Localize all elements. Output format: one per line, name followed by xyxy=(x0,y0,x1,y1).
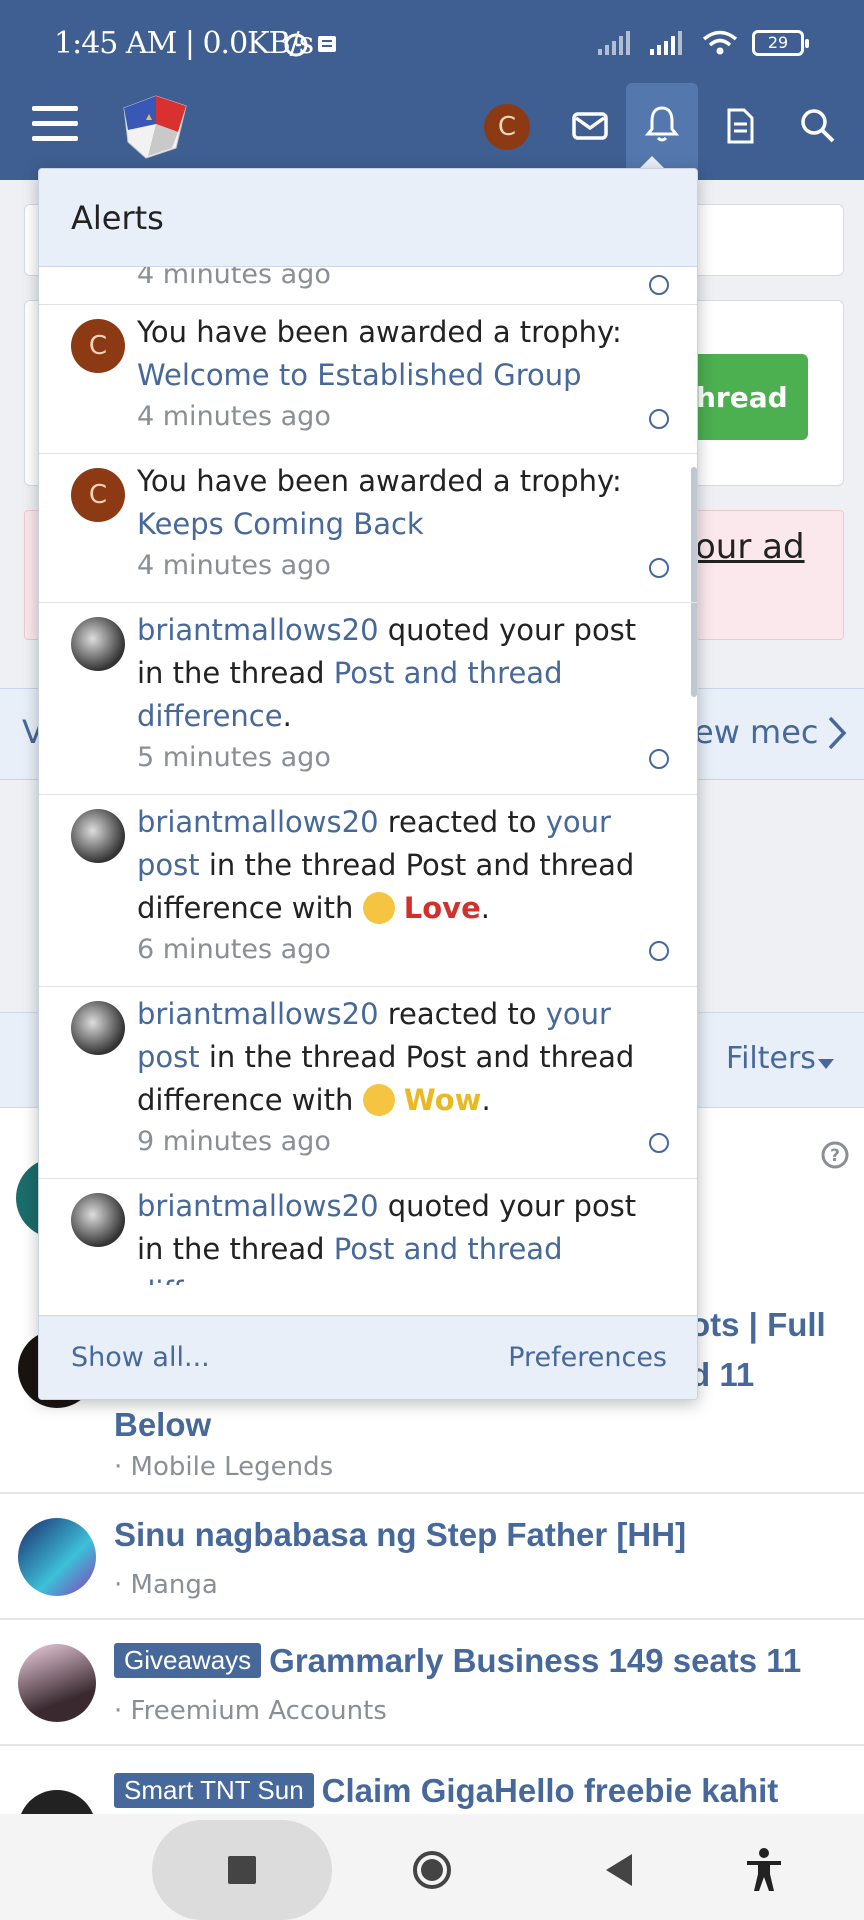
alert-text-end: . xyxy=(282,699,292,733)
subforum-label[interactable]: · Manga xyxy=(114,1570,218,1600)
alert-item[interactable]: briantmallows20 quoted your post in the … xyxy=(39,603,697,795)
alert-time: 5 minutes ago xyxy=(137,742,331,773)
alert-text-end: . xyxy=(480,891,490,925)
love-reaction-icon xyxy=(362,892,395,924)
alert-text: reacted to xyxy=(378,805,546,839)
alert-text: You have been awarded a trophy: xyxy=(137,464,622,498)
alerts-list: 4 minutes ago C You have been awarded a … xyxy=(39,267,697,1285)
thread-prefix[interactable]: Giveaways xyxy=(114,1643,262,1678)
chevron-right-icon[interactable] xyxy=(826,715,848,751)
site-logo[interactable] xyxy=(114,90,194,162)
wifi-icon xyxy=(702,30,738,55)
thread-title-text[interactable]: Grammarly Business 149 seats 11 xyxy=(269,1642,801,1679)
mark-read-toggle[interactable] xyxy=(649,1133,669,1153)
search-icon[interactable] xyxy=(798,106,838,146)
reaction-label: Wow xyxy=(403,1083,482,1117)
avatar xyxy=(18,1790,96,1814)
help-icon[interactable]: ? xyxy=(820,1140,850,1170)
account-avatar[interactable]: C xyxy=(484,104,530,150)
document-icon[interactable] xyxy=(722,104,758,148)
thread-title[interactable]: Smart TNT Sun Claim GigaHello freebie kah… xyxy=(114,1772,778,1810)
avatar[interactable] xyxy=(71,617,125,671)
alert-item[interactable]: C You have been awarded a trophy: Keeps … xyxy=(39,454,697,603)
caret-down-icon xyxy=(818,1059,834,1069)
thread-title[interactable]: Sinu nagbabasa ng Step Father [HH] xyxy=(114,1516,686,1554)
alarm-and-notification-icons xyxy=(284,33,336,57)
alert-item[interactable]: briantmallows20 reacted to your post in … xyxy=(39,987,697,1179)
app-header: 1:45 AM | 0.0KB/s 29 C xyxy=(0,0,864,180)
back-icon[interactable] xyxy=(604,1854,634,1886)
alerts-footer: Show all... Preferences xyxy=(39,1315,697,1399)
thread-title-line3[interactable]: Below xyxy=(114,1406,211,1444)
bell-icon xyxy=(645,106,679,142)
menu-icon[interactable] xyxy=(30,104,80,144)
user-link[interactable]: briantmallows20 xyxy=(137,613,379,647)
alerts-header: Alerts xyxy=(39,169,697,267)
battery-icon: 29 xyxy=(752,30,809,56)
avatar[interactable] xyxy=(71,1193,125,1247)
status-bar: 1:45 AM | 0.0KB/s 29 xyxy=(0,0,864,80)
mark-read-toggle[interactable] xyxy=(649,941,669,961)
filters-button[interactable]: Filters xyxy=(726,1041,816,1076)
wow-reaction-icon xyxy=(362,1084,395,1116)
reaction-label: Love xyxy=(403,891,481,925)
home-icon[interactable] xyxy=(412,1850,452,1890)
alert-item[interactable]: briantmallows20 quoted your post in the … xyxy=(39,1179,697,1285)
status-time: 1:45 AM | 0.0KB/s xyxy=(54,26,314,61)
thread-title-text[interactable]: Claim GigaHello freebie kahit xyxy=(322,1772,779,1809)
mail-icon[interactable] xyxy=(568,108,612,144)
list-item[interactable]: Sinu nagbabasa ng Step Father [HH] · Man… xyxy=(0,1494,864,1620)
alert-time: 4 minutes ago xyxy=(137,401,331,432)
avatar[interactable]: C xyxy=(71,319,125,373)
alerts-dropdown: Alerts 4 minutes ago C You have been awa… xyxy=(38,168,698,1400)
avatar[interactable]: C xyxy=(71,468,125,522)
recents-icon[interactable] xyxy=(228,1856,256,1884)
mark-read-toggle[interactable] xyxy=(649,409,669,429)
subforum-label[interactable]: · Mobile Legends xyxy=(114,1452,333,1482)
user-link[interactable]: briantmallows20 xyxy=(137,997,379,1031)
thread-title[interactable]: ots | Full xyxy=(690,1306,826,1344)
alert-text: reacted to xyxy=(378,997,546,1031)
status-icons: 29 xyxy=(598,30,809,56)
preferences-link[interactable]: Preferences xyxy=(508,1342,667,1373)
avatar[interactable] xyxy=(71,1001,125,1055)
svg-text:?: ? xyxy=(830,1146,840,1166)
thread-title[interactable]: Giveaways Grammarly Business 149 seats 11 xyxy=(114,1642,801,1680)
avatar xyxy=(18,1644,96,1722)
alert-item[interactable]: C You have been awarded a trophy: Welcom… xyxy=(39,305,697,454)
strip-right-item[interactable]: ew mec xyxy=(694,713,818,751)
user-link[interactable]: briantmallows20 xyxy=(137,1189,379,1223)
alert-text-end: . xyxy=(481,1083,491,1117)
alert-item[interactable]: 4 minutes ago xyxy=(39,267,697,305)
alerts-title: Alerts xyxy=(71,199,164,237)
thread-prefix[interactable]: Smart TNT Sun xyxy=(114,1773,314,1808)
notice-link[interactable]: our ad xyxy=(695,527,805,567)
alert-time: 4 minutes ago xyxy=(137,550,331,581)
thread-title-line2[interactable]: d 11 xyxy=(690,1356,754,1394)
avatar xyxy=(18,1518,96,1596)
avatar[interactable] xyxy=(71,809,125,863)
alert-time: 9 minutes ago xyxy=(137,1126,331,1157)
alert-time: 6 minutes ago xyxy=(137,934,331,965)
mark-read-toggle[interactable] xyxy=(649,749,669,769)
alert-time: 4 minutes ago xyxy=(137,267,331,290)
signal-icon-2 xyxy=(650,31,682,55)
trophy-link[interactable]: Welcome to Established Group xyxy=(137,358,582,392)
list-item[interactable]: Smart TNT Sun Claim GigaHello freebie kah… xyxy=(0,1746,864,1814)
alert-text: You have been awarded a trophy: xyxy=(137,315,622,349)
mark-read-toggle[interactable] xyxy=(649,275,669,295)
show-all-link[interactable]: Show all... xyxy=(71,1342,210,1373)
user-link[interactable]: briantmallows20 xyxy=(137,805,379,839)
trophy-link[interactable]: Keeps Coming Back xyxy=(137,507,424,541)
alert-item[interactable]: briantmallows20 reacted to your post in … xyxy=(39,795,697,987)
accessibility-icon[interactable] xyxy=(744,1848,784,1892)
post-thread-button[interactable]: hread xyxy=(690,354,808,440)
signal-icon xyxy=(598,31,630,55)
alert-text-end: . xyxy=(283,1275,292,1285)
subforum-label[interactable]: · Freemium Accounts xyxy=(114,1696,387,1726)
list-item[interactable]: Giveaways Grammarly Business 149 seats 11… xyxy=(0,1620,864,1746)
system-nav-bar xyxy=(0,1814,864,1920)
mark-read-toggle[interactable] xyxy=(649,558,669,578)
